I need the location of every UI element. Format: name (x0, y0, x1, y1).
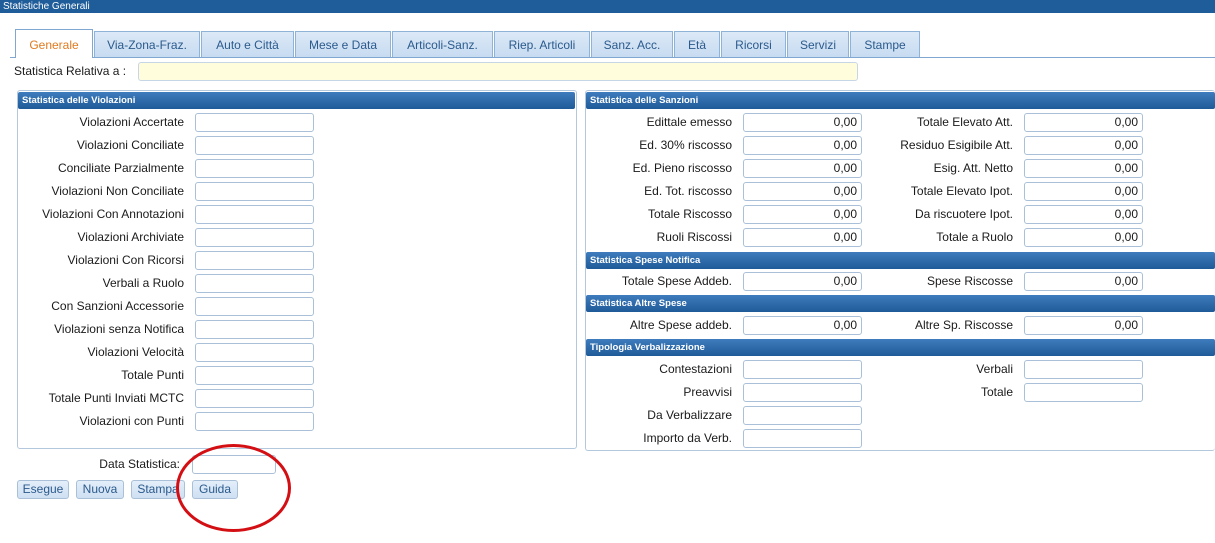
totale-spese-addeb-label: Totale Spese Addeb. (621, 274, 732, 288)
sanzioni-right-label: Totale a Ruolo (936, 230, 1013, 244)
sanzioni-left-label: Ed. 30% riscosso (639, 138, 732, 152)
tipologia-left-field[interactable] (743, 429, 862, 448)
statistica-relativa-input[interactable] (138, 62, 858, 81)
tab-ricorsi[interactable]: Ricorsi (721, 31, 786, 57)
violazioni-row-field[interactable] (195, 182, 314, 201)
tipologia-left-field[interactable] (743, 360, 862, 379)
sanzioni-right-label: Da riscuotere Ipot. (914, 207, 1013, 221)
sanzioni-right-field[interactable]: 0,00 (1024, 182, 1143, 201)
tipologia-left-label: Importo da Verb. (643, 431, 732, 445)
sanzioni-left-field[interactable]: 0,00 (743, 228, 862, 247)
altre-sp-riscosse-label: Altre Sp. Riscosse (914, 318, 1013, 332)
sanzioni-right-label: Residuo Esigibile Att. (900, 138, 1013, 152)
violazioni-row-label: Totale Punti (121, 368, 184, 382)
sanzioni-right-label: Totale Elevato Ipot. (910, 184, 1013, 198)
tab-eta[interactable]: Età (674, 31, 720, 57)
sanzioni-left-field[interactable]: 0,00 (743, 182, 862, 201)
violazioni-row-label: Verbali a Ruolo (102, 276, 184, 290)
violazioni-row-field[interactable] (195, 113, 314, 132)
tipologia-right-label: Totale (980, 385, 1013, 399)
tipologia-left-label: Da Verbalizzare (647, 408, 732, 422)
tab-generale[interactable]: Generale (15, 29, 93, 58)
altre-sp-riscosse-field[interactable]: 0,00 (1024, 316, 1143, 335)
window-title: Statistiche Generali (0, 0, 1215, 13)
violazioni-row-label: Violazioni con Punti (79, 414, 184, 428)
altre-spese-addeb-field[interactable]: 0,00 (743, 316, 862, 335)
spese-riscosse-field[interactable]: 0,00 (1024, 272, 1143, 291)
violazioni-row-label: Con Sanzioni Accessorie (51, 299, 184, 313)
tab-via-zona-fraz[interactable]: Via-Zona-Fraz. (94, 31, 200, 57)
sanzioni-left-label: Edittale emesso (646, 115, 732, 129)
sanzioni-left-field[interactable]: 0,00 (743, 159, 862, 178)
sanzioni-left-label: Ed. Pieno riscosso (632, 161, 732, 175)
violazioni-row-label: Violazioni Velocità (87, 345, 184, 359)
violazioni-row-label: Conciliate Parzialmente (57, 161, 184, 175)
tab-articoli-sanz[interactable]: Articoli-Sanz. (392, 31, 493, 57)
violazioni-row-field[interactable] (195, 320, 314, 339)
sanzioni-left-label: Ruoli Riscossi (656, 230, 732, 244)
violazioni-row-field[interactable] (195, 136, 314, 155)
data-statistica-label: Data Statistica: (99, 457, 180, 471)
tipologia-left-field[interactable] (743, 383, 862, 402)
violazioni-row-field[interactable] (195, 343, 314, 362)
violazioni-row-label: Violazioni senza Notifica (54, 322, 184, 336)
altre-spese-addeb-label: Altre Spese addeb. (629, 318, 732, 332)
sanzioni-right-label: Esig. Att. Netto (933, 161, 1013, 175)
tipologia-left-label: Contestazioni (659, 362, 732, 376)
violazioni-row-label: Violazioni Accertate (79, 115, 184, 129)
tab-servizi[interactable]: Servizi (787, 31, 849, 57)
esegue-button[interactable]: Esegue (17, 480, 69, 499)
tipologia-left-label: Preavvisi (683, 385, 732, 399)
tipologia-right-label: Verbali (976, 362, 1013, 376)
violazioni-row-field[interactable] (195, 228, 314, 247)
sanzioni-left-label: Totale Riscosso (647, 207, 732, 221)
totale-spese-addeb-field[interactable]: 0,00 (743, 272, 862, 291)
nuova-button[interactable]: Nuova (76, 480, 124, 499)
violazioni-row-field[interactable] (195, 251, 314, 270)
annotation-circle (176, 444, 291, 532)
spese-riscosse-label: Spese Riscosse (926, 274, 1013, 288)
sanzioni-right-field[interactable]: 0,00 (1024, 136, 1143, 155)
tipologia-left-field[interactable] (743, 406, 862, 425)
violazioni-row-field[interactable] (195, 274, 314, 293)
sanzioni-right-field[interactable]: 0,00 (1024, 113, 1143, 132)
violazioni-header: Statistica delle Violazioni (18, 92, 575, 109)
sanzioni-left-field[interactable]: 0,00 (743, 205, 862, 224)
tipologia-right-field[interactable] (1024, 360, 1143, 379)
tab-riep-articoli[interactable]: Riep. Articoli (494, 31, 590, 57)
sanzioni-right-field[interactable]: 0,00 (1024, 205, 1143, 224)
altre-spese-header: Statistica Altre Spese (586, 295, 1215, 312)
violazioni-row-label: Violazioni Conciliate (76, 138, 184, 152)
violazioni-row-field[interactable] (195, 297, 314, 316)
tab-auto-e-citta[interactable]: Auto e Città (201, 31, 294, 57)
violazioni-row-label: Violazioni Archiviate (77, 230, 184, 244)
sanzioni-right-field[interactable]: 0,00 (1024, 228, 1143, 247)
tipologia-right-field[interactable] (1024, 383, 1143, 402)
spese-notifica-header: Statistica Spese Notifica (586, 252, 1215, 269)
tab-mese-e-data[interactable]: Mese e Data (295, 31, 391, 57)
sanzioni-header: Statistica delle Sanzioni (586, 92, 1215, 109)
violazioni-row-field[interactable] (195, 412, 314, 431)
tab-sanz-acc[interactable]: Sanz. Acc. (591, 31, 673, 57)
violazioni-row-field[interactable] (195, 205, 314, 224)
violazioni-row-label: Violazioni Non Conciliate (51, 184, 184, 198)
tipologia-header: Tipologia Verbalizzazione (586, 339, 1215, 356)
sanzioni-left-label: Ed. Tot. riscosso (644, 184, 732, 198)
sanzioni-right-field[interactable]: 0,00 (1024, 159, 1143, 178)
sanzioni-left-field[interactable]: 0,00 (743, 136, 862, 155)
violazioni-row-label: Violazioni Con Annotazioni (42, 207, 184, 221)
violazioni-row-label: Violazioni Con Ricorsi (67, 253, 185, 267)
statistica-relativa-label: Statistica Relativa a : (14, 64, 127, 78)
tab-stampe[interactable]: Stampe (850, 31, 920, 57)
violazioni-row-field[interactable] (195, 159, 314, 178)
sanzioni-right-label: Totale Elevato Att. (916, 115, 1013, 129)
violazioni-row-field[interactable] (195, 389, 314, 408)
violazioni-row-field[interactable] (195, 366, 314, 385)
sanzioni-left-field[interactable]: 0,00 (743, 113, 862, 132)
violazioni-row-label: Totale Punti Inviati MCTC (48, 391, 184, 405)
